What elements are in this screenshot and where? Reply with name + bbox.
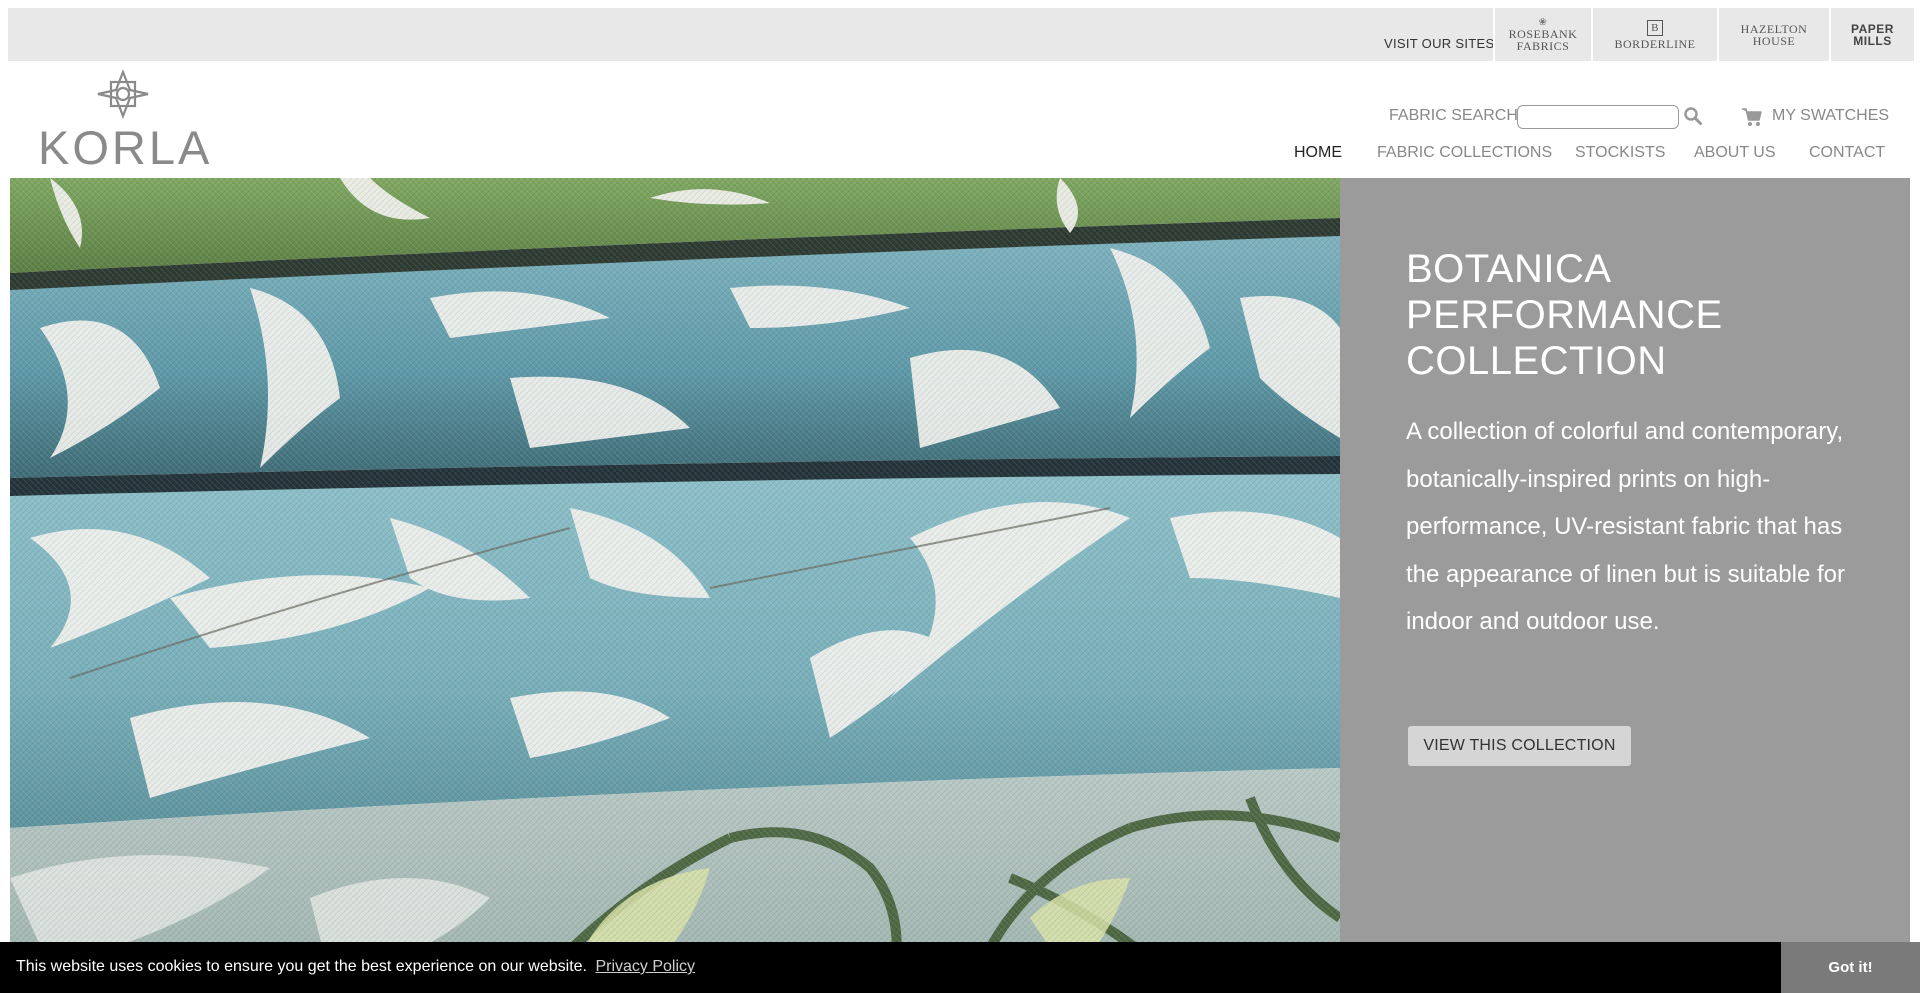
site-link-hazelton[interactable]: HAZELTON HOUSE bbox=[1717, 8, 1829, 61]
hero-title-line3: COLLECTION bbox=[1406, 339, 1667, 383]
korla-logo[interactable]: KORLA bbox=[38, 70, 213, 174]
my-swatches-link[interactable]: MY SWATCHES bbox=[1772, 107, 1889, 125]
hero-fabric-image bbox=[10, 178, 1340, 993]
cookie-message-container: This website uses cookies to ensure you … bbox=[16, 958, 695, 976]
visit-sites-label: VISIT OUR SITES: bbox=[1384, 36, 1499, 51]
nav-about-us[interactable]: ABOUT US bbox=[1694, 144, 1776, 162]
hero-panel: BOTANICA PERFORMANCE COLLECTION A collec… bbox=[1340, 178, 1910, 993]
nav-stockists[interactable]: STOCKISTS bbox=[1575, 144, 1665, 162]
rosebank-line1: ROSEBANK bbox=[1508, 26, 1578, 41]
rosebank-line2: FABRICS bbox=[1516, 38, 1570, 53]
search-icon[interactable] bbox=[1683, 106, 1703, 126]
cookie-accept-button[interactable]: Got it! bbox=[1781, 942, 1920, 993]
site-link-rosebank[interactable]: ❀ ROSEBANK FABRICS bbox=[1493, 8, 1591, 61]
hazelton-line1: HAZELTON bbox=[1740, 21, 1808, 36]
rosebank-emblem-icon: ❀ bbox=[1538, 16, 1548, 28]
hero-title-line1: BOTANICA bbox=[1406, 247, 1612, 291]
hero-title-line2: PERFORMANCE bbox=[1406, 293, 1723, 337]
cookie-message: This website uses cookies to ensure you … bbox=[16, 958, 587, 975]
cookie-banner: This website uses cookies to ensure you … bbox=[0, 942, 1920, 993]
nav-contact[interactable]: CONTACT bbox=[1809, 144, 1885, 162]
view-collection-button[interactable]: VIEW THIS COLLECTION bbox=[1408, 726, 1631, 766]
borderline-b-icon: B bbox=[1647, 19, 1663, 36]
paper-mills-line2: MILLS bbox=[1853, 33, 1892, 48]
fabric-search-input[interactable] bbox=[1517, 105, 1679, 129]
paper-mills-line1: PAPER bbox=[1851, 21, 1894, 36]
korla-wordmark: KORLA bbox=[38, 121, 213, 174]
sister-sites-bar: VISIT OUR SITES: ❀ ROSEBANK FABRICS B BO… bbox=[8, 8, 1914, 61]
site-link-borderline[interactable]: B BORDERLINE bbox=[1591, 8, 1717, 61]
nav-fabric-collections[interactable]: FABRIC COLLECTIONS bbox=[1377, 144, 1552, 162]
borderline-label: BORDERLINE bbox=[1614, 36, 1696, 51]
nav-home[interactable]: HOME bbox=[1294, 144, 1342, 162]
cart-icon[interactable] bbox=[1741, 106, 1763, 128]
hazelton-line2: HOUSE bbox=[1752, 33, 1796, 48]
site-link-paper-mills[interactable]: PAPER MILLS bbox=[1829, 8, 1914, 61]
hero-description: A collection of colorful and contemporar… bbox=[1406, 418, 1845, 635]
hero-title: BOTANICA PERFORMANCE COLLECTION bbox=[1406, 246, 1866, 384]
privacy-policy-link[interactable]: Privacy Policy bbox=[595, 958, 695, 975]
korla-emblem-icon bbox=[97, 70, 149, 120]
fabric-search-label: FABRIC SEARCH bbox=[1389, 107, 1518, 124]
